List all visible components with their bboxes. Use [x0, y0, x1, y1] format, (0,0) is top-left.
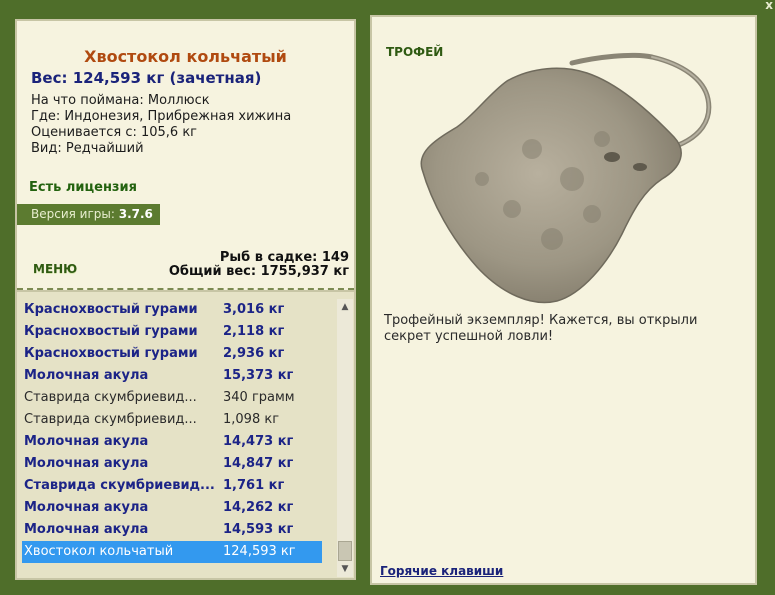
catch-row[interactable]: Ставрида скумбриевид... 340 грамм [22, 387, 322, 409]
catch-fish-name: Ставрида скумбриевид... [24, 412, 197, 427]
catch-fish-name: Ставрида скумбриевид... [24, 478, 215, 493]
detail-bait: На что поймана: Моллюск [31, 93, 210, 108]
trophy-message: Трофейный экземпляр! Кажется, вы открыли… [384, 313, 698, 344]
list-scrollbar[interactable]: ▲ ▼ [337, 299, 353, 577]
catch-fish-name: Краснохвостый гурами [24, 302, 198, 317]
fish-info-panel: Хвостокол кольчатый Вес: 124,593 кг (зач… [15, 19, 356, 292]
catch-row[interactable]: Краснохвостый гурами 2,118 кг [22, 321, 322, 343]
catch-row[interactable]: Молочная акула 14,847 кг [22, 453, 322, 475]
version-bar: Версия игры: 3.7.6 [17, 204, 160, 225]
catch-row[interactable]: Хвостокол кольчатый 124,593 кг [22, 541, 322, 563]
catch-fish-weight: 15,373 кг [223, 368, 294, 383]
catch-fish-name: Молочная акула [24, 434, 149, 449]
catch-fish-name: Молочная акула [24, 522, 149, 537]
version-value: 3.7.6 [118, 207, 153, 221]
keepnet-total-weight: Общий вес: 1755,937 кг [168, 264, 349, 279]
detail-rating: Оценивается с: 105,6 кг [31, 125, 198, 140]
catch-fish-weight: 14,847 кг [223, 456, 294, 471]
catch-fish-name: Молочная акула [24, 456, 149, 471]
catch-row[interactable]: Краснохвостый гурами 3,016 кг [22, 299, 322, 321]
license-status: Есть лицензия [29, 180, 137, 195]
catch-fish-weight: 340 грамм [223, 390, 295, 405]
trophy-panel: ТРОФЕЙ Трофейный экземпляр! Кажется, вы … [370, 15, 757, 585]
version-label: Версия игры: [31, 207, 119, 221]
catch-fish-weight: 14,593 кг [223, 522, 294, 537]
catch-fish-name: Молочная акула [24, 500, 149, 515]
fish-title: Хвостокол кольчатый [84, 47, 287, 66]
catch-fish-weight: 2,936 кг [223, 346, 285, 361]
catch-row[interactable]: Краснохвостый гурами 2,936 кг [22, 343, 322, 365]
divider [17, 287, 354, 290]
catch-row[interactable]: Ставрида скумбриевид... 1,098 кг [22, 409, 322, 431]
catch-row[interactable]: Молочная акула 14,593 кг [22, 519, 322, 541]
detail-species: Вид: Редчайший [31, 141, 144, 156]
scroll-up-icon[interactable]: ▲ [337, 299, 353, 315]
catch-fish-weight: 3,016 кг [223, 302, 285, 317]
catch-row[interactable]: Молочная акула 14,473 кг [22, 431, 322, 453]
keepnet-summary: Рыб в садке: 149 Общий вес: 1755,937 кг [169, 251, 349, 279]
catch-row[interactable]: Молочная акула 15,373 кг [22, 365, 322, 387]
keepnet-count: Рыб в садке: 149 [219, 250, 349, 265]
scroll-down-icon[interactable]: ▼ [337, 561, 353, 577]
catch-fish-weight: 124,593 кг [223, 544, 296, 559]
catch-row[interactable]: Молочная акула 14,262 кг [22, 497, 322, 519]
catch-list: Краснохвостый гурами 3,016 кг Краснохвосты… [22, 299, 322, 563]
catch-fish-name: Хвостокол кольчатый [24, 544, 174, 559]
close-button[interactable]: x [765, 0, 773, 12]
catch-fish-name: Ставрида скумбриевид... [24, 390, 197, 405]
stingray-image [420, 52, 712, 304]
catch-fish-weight: 14,262 кг [223, 500, 294, 515]
catch-fish-name: Краснохвостый гурами [24, 346, 198, 361]
fish-weight: Вес: 124,593 кг (зачетная) [31, 69, 262, 87]
scroll-thumb[interactable] [338, 541, 352, 561]
catch-fish-name: Молочная акула [24, 368, 149, 383]
catch-fish-weight: 1,098 кг [223, 412, 280, 427]
menu-button[interactable]: МЕНЮ [33, 262, 77, 276]
fish-details: На что поймана: Моллюск Где: Индонезия, … [31, 93, 291, 157]
catch-row[interactable]: Ставрида скумбриевид... 1,761 кг [22, 475, 322, 497]
catch-list-panel: Краснохвостый гурами 3,016 кг Краснохвосты… [15, 292, 356, 580]
catch-fish-name: Краснохвостый гурами [24, 324, 198, 339]
catch-fish-weight: 14,473 кг [223, 434, 294, 449]
catch-fish-weight: 2,118 кг [223, 324, 285, 339]
detail-location: Где: Индонезия, Прибрежная хижина [31, 109, 292, 124]
catch-fish-weight: 1,761 кг [223, 478, 285, 493]
hotkeys-link[interactable]: Горячие клавиши [380, 564, 503, 578]
